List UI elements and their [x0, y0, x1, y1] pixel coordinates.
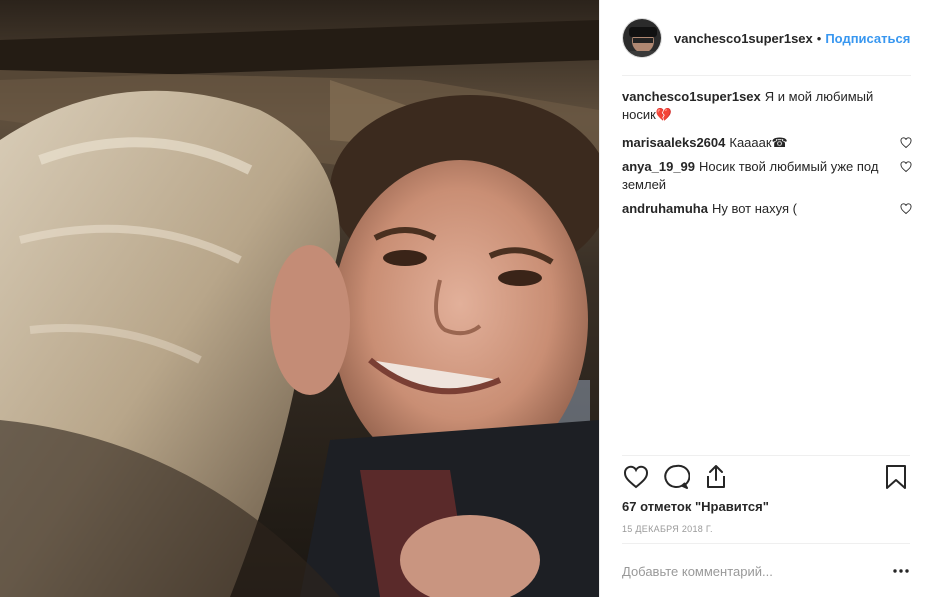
comment-input[interactable] — [622, 556, 872, 586]
avatar-image — [623, 19, 661, 57]
actions-divider — [622, 455, 910, 456]
header-divider — [622, 75, 911, 76]
instagram-post: vanchesco1super1sex • Подписаться vanche… — [0, 0, 932, 597]
comments-list: vanchesco1super1sex Я и мой любимый носик… — [622, 88, 912, 224]
avatar[interactable] — [622, 18, 662, 58]
post-header: vanchesco1super1sex • Подписаться — [600, 0, 932, 76]
comment-icon[interactable] — [662, 463, 690, 491]
comment-item: anya_19_99 Носик твой любимый уже под зем… — [622, 158, 912, 194]
more-options-icon[interactable] — [892, 562, 910, 580]
share-icon[interactable] — [702, 463, 730, 491]
comment-heart-icon[interactable] — [900, 161, 912, 173]
comment-username[interactable]: marisaaleks2604 — [622, 135, 725, 150]
comment-heart-icon[interactable] — [900, 203, 912, 215]
post-side-panel: vanchesco1super1sex • Подписаться vanche… — [599, 0, 932, 597]
heart-icon[interactable] — [622, 463, 650, 491]
bookmark-icon[interactable] — [882, 463, 910, 491]
comment-heart-icon[interactable] — [900, 137, 912, 149]
comment-item: marisaaleks2604 Каааак☎ — [622, 134, 912, 152]
author-username[interactable]: vanchesco1super1sex — [674, 31, 813, 46]
comment-text: Ну вот нахуя ( — [711, 201, 797, 216]
comment-text: Каааак☎ — [729, 135, 788, 150]
separator-dot: • — [816, 30, 822, 46]
likes-count[interactable]: 67 отметок "Нравится" — [622, 499, 769, 514]
follow-button[interactable]: Подписаться — [825, 31, 910, 46]
action-bar — [622, 462, 910, 492]
comment-divider — [622, 543, 910, 544]
comment-username[interactable]: andruhamuha — [622, 201, 708, 216]
comment-username[interactable]: anya_19_99 — [622, 159, 695, 174]
photo-image — [0, 0, 599, 597]
post-caption: vanchesco1super1sex Я и мой любимый носик… — [622, 88, 912, 124]
caption-username[interactable]: vanchesco1super1sex — [622, 89, 761, 104]
comment-item: andruhamuha Ну вот нахуя ( — [622, 200, 912, 218]
post-date[interactable]: 15 декабря 2018 г. — [622, 524, 713, 534]
post-photo[interactable] — [0, 0, 599, 597]
